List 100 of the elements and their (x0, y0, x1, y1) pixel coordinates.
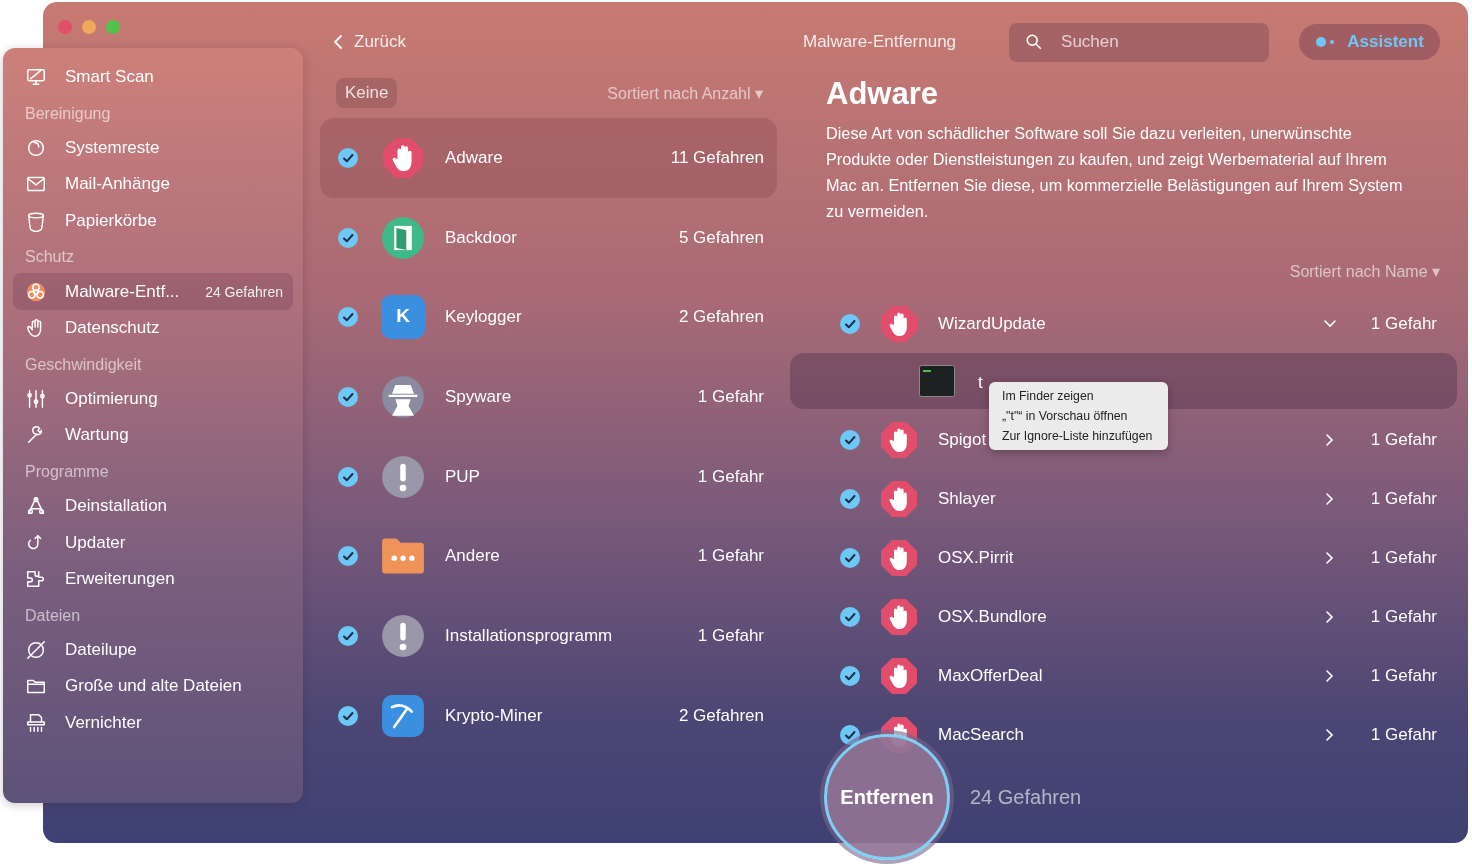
select-none-button[interactable]: Keine (336, 78, 398, 108)
threat-count: 1 Gefahr (1369, 488, 1437, 509)
checkbox[interactable] (338, 307, 358, 328)
sidebar-item[interactable]: Dateilupe (13, 631, 293, 669)
checkbox[interactable] (840, 665, 860, 686)
stop-hand-icon (879, 537, 919, 578)
category-row[interactable]: PUP 1 Gefahr (320, 436, 777, 517)
terminal-file-icon (919, 365, 955, 397)
sidebar-item[interactable]: Deinstallation (13, 487, 293, 525)
file-name: t (978, 373, 983, 393)
threat-count: 1 Gefahr (697, 466, 764, 487)
category-row[interactable]: Adware 11 Gefahren (320, 118, 777, 198)
checkbox[interactable] (840, 429, 860, 450)
sidebar-item[interactable]: Mail-Anhänge (13, 166, 293, 203)
sidebar-item[interactable]: Updater (13, 524, 293, 561)
checkbox[interactable] (338, 705, 358, 726)
threat-count: 1 Gefahr (1369, 724, 1437, 745)
sort-dropdown[interactable]: Sortiert nach Name ▾ (1289, 261, 1440, 281)
threat-count: 1 Gefahr (1369, 313, 1437, 334)
back-button[interactable]: Zurück (320, 22, 406, 62)
category-name: PUP (445, 466, 480, 487)
sidebar-item[interactable]: Malware-Entf... 24 Gefahren (13, 273, 293, 310)
category-name: Installationsprogramm (445, 625, 613, 646)
category-row[interactable]: Spyware 1 Gefahr (320, 357, 777, 437)
category-name: Andere (445, 546, 500, 567)
total-threat-count: 24 Gefahren (970, 785, 1082, 809)
category-icon (381, 454, 425, 499)
category-icon (381, 374, 425, 419)
stop-hand-icon (879, 655, 919, 696)
section-title: Adware (826, 77, 939, 111)
sidebar-item-icon (25, 712, 47, 734)
sidebar-section-title: Geschwindigkeit (24, 354, 143, 375)
category-row[interactable]: Krypto-Miner 2 Gefahren (320, 675, 777, 756)
threat-name: Spigot (938, 429, 987, 450)
sidebar-item-icon (25, 387, 47, 410)
assistant-button[interactable]: Assistent (1299, 24, 1441, 60)
threat-name: Shlayer (938, 488, 996, 509)
threat-count: 1 Gefahr (1369, 547, 1437, 568)
stop-hand-icon (879, 596, 919, 637)
checkbox[interactable] (840, 488, 860, 509)
threat-count: 1 Gefahr (697, 625, 764, 646)
category-icon (381, 693, 425, 738)
checkbox[interactable] (338, 625, 358, 646)
chevron-left-icon (333, 34, 343, 50)
category-name: Spyware (445, 386, 512, 407)
sidebar-item[interactable]: Optimierung (13, 380, 293, 418)
category-icon (381, 613, 425, 658)
threat-count: 5 Gefahren (678, 227, 764, 248)
category-name: Adware (445, 147, 503, 168)
menu-item[interactable]: Zur Ignore-Liste hinzufügen (1002, 426, 1168, 446)
checkbox[interactable] (840, 313, 860, 334)
sidebar-item[interactable]: Wartung (13, 417, 293, 454)
sidebar-item-icon (25, 210, 47, 233)
checkbox[interactable] (840, 547, 860, 568)
threat-count: 1 Gefahr (1369, 606, 1437, 627)
menu-item[interactable]: Im Finder zeigen (1002, 386, 1168, 406)
checkbox[interactable] (840, 606, 860, 627)
window-title: Malware-Entfernung (803, 32, 957, 52)
category-row[interactable]: Backdoor 5 Gefahren (320, 197, 777, 278)
sidebar-item[interactable]: Systemreste (13, 129, 293, 167)
threat-name: OSX.Bundlore (938, 606, 1047, 627)
threat-count: 1 Gefahr (697, 546, 764, 567)
threat-name: MaxOfferDeal (938, 665, 1043, 686)
checkbox[interactable] (338, 466, 358, 487)
threat-name: OSX.Pirrit (938, 547, 1014, 568)
sidebar-item[interactable]: Papierkörbe (13, 202, 293, 240)
search-icon (1025, 32, 1044, 51)
category-icon (381, 135, 425, 180)
sidebar-section-title: Schutz (24, 247, 75, 268)
sidebar-item[interactable]: Vernichter (13, 704, 293, 742)
category-row[interactable]: K Keylogger 2 Gefahren (320, 277, 777, 358)
category-name: Backdoor (445, 227, 517, 248)
threat-count: 2 Gefahren (678, 705, 764, 726)
threat-count: 11 Gefahren (670, 147, 764, 168)
stop-hand-icon (879, 478, 919, 519)
sidebar-section-title: Programme (24, 461, 110, 482)
stop-hand-icon (879, 303, 919, 344)
description-text: Diese Art von schädlicher Software soll Sie dazu verleiten, unerwünschte Produkte oder Dienstleistungen zu kaufen, und zeigt Werbematerial auf Ihrem Mac an. Entfernen Sie diese, um kommerzielle Belästigungen auf Ihrem System zu vermeiden. (826, 123, 1404, 222)
checkbox[interactable] (338, 227, 358, 248)
sidebar-item[interactable]: Smart Scan (13, 59, 293, 96)
threat-count: 1 Gefahr (1369, 429, 1437, 450)
category-name: Krypto-Miner (445, 705, 543, 726)
checkbox[interactable] (840, 724, 860, 745)
checkbox[interactable] (338, 147, 358, 168)
sidebar-item[interactable]: Datenschutz (13, 309, 293, 347)
sidebar-item[interactable]: Erweiterungen (13, 560, 293, 598)
threat-count: 24 Gefahren (205, 283, 283, 300)
category-icon (381, 215, 425, 260)
menu-item[interactable]: „"t"“ in Vorschau öffnen (1002, 406, 1168, 426)
sidebar-item-icon (25, 280, 47, 303)
checkbox[interactable] (338, 546, 358, 567)
checkbox[interactable] (338, 386, 358, 407)
sidebar-item[interactable]: Große und alte Dateien (13, 668, 293, 705)
stop-hand-icon (879, 419, 919, 460)
sidebar-section-title: Bereinigung (24, 103, 112, 124)
sidebar-item-icon (25, 638, 47, 661)
threat-count: 1 Gefahr (1369, 665, 1437, 686)
category-row[interactable]: Installationsprogramm 1 Gefahr (320, 596, 777, 676)
category-row[interactable]: Andere 1 Gefahr (320, 516, 777, 597)
category-name: Keylogger (445, 307, 522, 328)
